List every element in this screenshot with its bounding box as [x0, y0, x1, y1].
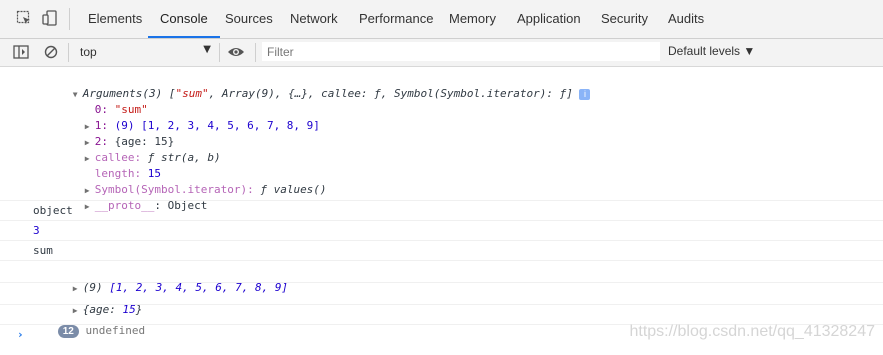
- tab-network[interactable]: Network: [290, 0, 338, 38]
- tab-audits[interactable]: Audits: [668, 0, 704, 38]
- console-message-arguments: ▼ Arguments(3) ["sum", Array(9), {…}, cal…: [0, 66, 883, 212]
- watermark-text: https://blog.csdn.net/qq_41328247: [629, 323, 875, 340]
- log-levels-dropdown[interactable]: Default levels ▼: [668, 44, 755, 58]
- tab-elements[interactable]: Elements: [88, 0, 142, 38]
- context-dropdown-icon: ▼: [203, 44, 211, 55]
- tab-application[interactable]: Application: [517, 0, 581, 38]
- prop-row-proto[interactable]: ▶ __proto__: Object: [45, 182, 208, 212]
- object-row[interactable]: ▶ {age: 15}: [33, 286, 143, 316]
- console-message-object: object: [0, 201, 883, 221]
- console-message-sum: sum: [0, 241, 883, 261]
- toolbar-divider: [69, 8, 70, 30]
- live-expression-eye-icon[interactable]: [227, 45, 245, 59]
- arguments-rest: , Array(9), {…}, callee: ƒ, Symbol(Symbo…: [208, 87, 573, 100]
- output-text: object: [33, 204, 73, 217]
- filter-input[interactable]: [262, 42, 660, 61]
- console-output: ▼ Arguments(3) ["sum", Array(9), {…}, cal…: [0, 66, 883, 349]
- clear-console-icon[interactable]: [44, 45, 58, 59]
- filterbar-divider: [219, 43, 220, 62]
- tab-console[interactable]: Console: [148, 0, 220, 38]
- context-selector[interactable]: top ▼: [75, 43, 213, 61]
- console-message-undefined: 12 undefined: [0, 305, 883, 338]
- prop-row-callee[interactable]: ▶ callee: ƒ str(a, b): [45, 134, 221, 164]
- prop-row-1[interactable]: ▶ 1: (9) [1, 2, 3, 4, 5, 6, 7, 8, 9]: [45, 102, 320, 132]
- context-label: top: [80, 45, 97, 59]
- array-row[interactable]: ▶ (9) [1, 2, 3, 4, 5, 6, 7, 8, 9]: [33, 264, 288, 294]
- output-number: 3: [33, 224, 40, 237]
- devtools-toolbar: Elements Console Sources Network Perform…: [0, 0, 883, 39]
- prop-row-2[interactable]: ▶ 2: {age: 15}: [45, 118, 174, 148]
- arguments-first: "sum": [175, 87, 209, 100]
- prop-row-0: 0: "sum": [55, 86, 148, 116]
- tab-memory[interactable]: Memory: [449, 0, 496, 38]
- prompt-caret-icon: ›: [17, 328, 24, 341]
- tab-performance[interactable]: Performance: [359, 0, 433, 38]
- filterbar-divider: [68, 43, 69, 62]
- prop-row-length: length: 15: [55, 150, 161, 180]
- tab-security[interactable]: Security: [601, 0, 648, 38]
- device-toolbar-icon[interactable]: [42, 10, 58, 26]
- prop-value: ƒ values(): [260, 183, 327, 196]
- inspect-element-icon[interactable]: [16, 10, 32, 26]
- info-icon[interactable]: i: [579, 88, 591, 100]
- filterbar-divider: [255, 43, 256, 62]
- undefined-row: 12 undefined: [18, 307, 145, 338]
- console-message-array: ▶ (9) [1, 2, 3, 4, 5, 6, 7, 8, 9]: [0, 261, 883, 294]
- console-message-number: 3: [0, 221, 883, 241]
- arguments-summary-row[interactable]: ▼ Arguments(3) ["sum", Array(9), {…}, cal…: [33, 70, 591, 100]
- console-sidebar-icon[interactable]: [13, 45, 29, 59]
- console-filter-bar: top ▼ Default levels ▼: [0, 39, 883, 67]
- output-text: sum: [33, 244, 53, 257]
- console-message-age-object: ▶ {age: 15}: [0, 283, 883, 316]
- tab-sources[interactable]: Sources: [225, 0, 273, 38]
- prop-row-symbol[interactable]: ▶ Symbol(Symbol.iterator): ƒ values(): [45, 166, 327, 196]
